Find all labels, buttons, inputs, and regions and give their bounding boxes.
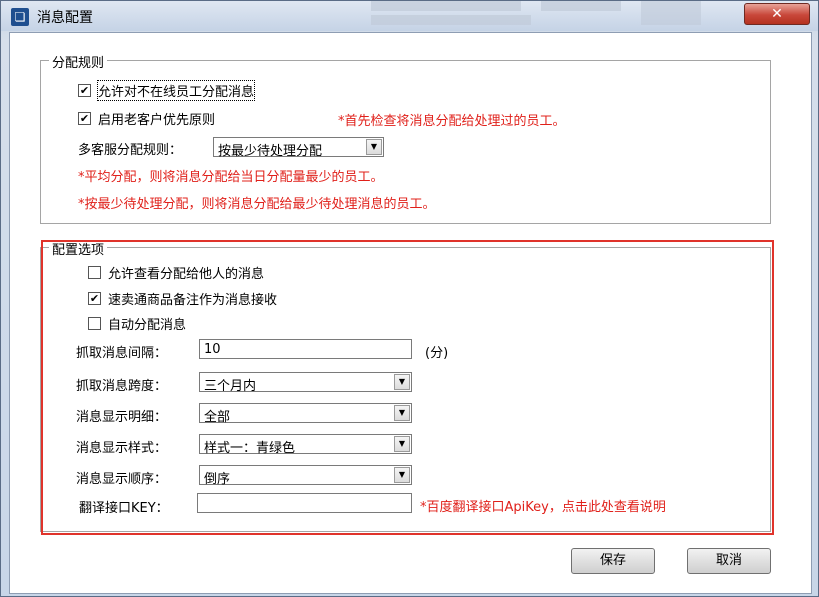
- dispatch-rules-group: 分配规则 ✔ 允许对不在线员工分配消息 ✔ 启用老客户优先原则 *首先检查将消息…: [40, 52, 771, 224]
- blurred-background-text: [541, 1, 621, 11]
- multi-rule-select[interactable]: 按最少待处理分配 ▼: [213, 137, 384, 159]
- priority-note: *首先检查将消息分配给处理过的员工。: [338, 114, 566, 129]
- multi-rule-label: 多客服分配规则：: [78, 143, 183, 158]
- close-icon: ✕: [771, 6, 783, 22]
- save-button[interactable]: 保存: [571, 548, 655, 574]
- group-title: 分配规则: [49, 52, 108, 71]
- allow-offline-checkbox[interactable]: ✔: [78, 83, 91, 97]
- close-button[interactable]: ✕: [744, 3, 810, 25]
- blurred-background-text: [641, 1, 701, 25]
- title-bar[interactable]: ❏ 消息配置 ✕: [1, 1, 818, 31]
- highlight-frame: [41, 240, 774, 535]
- avg-note: *平均分配，则将消息分配给当日分配量最少的员工。: [78, 170, 384, 185]
- dialog-window: ❏ 消息配置 ✕ 分配规则 ✔ 允许对不在线员工分配消息 ✔ 启用老客户优先原则…: [0, 0, 819, 597]
- old-customer-checkbox-row[interactable]: ✔ 启用老客户优先原则: [78, 108, 215, 128]
- allow-offline-checkbox-row[interactable]: ✔ 允许对不在线员工分配消息: [78, 79, 256, 101]
- blurred-background-text: [371, 15, 531, 25]
- old-customer-checkbox[interactable]: ✔: [78, 111, 91, 125]
- select-value: 按最少待处理分配: [218, 144, 323, 159]
- window-title: 消息配置: [37, 10, 93, 26]
- cancel-button[interactable]: 取消: [687, 548, 771, 574]
- checkbox-label: 启用老客户优先原则: [98, 112, 216, 128]
- chevron-down-icon[interactable]: ▼: [366, 139, 382, 155]
- app-icon: ❏: [11, 8, 29, 26]
- dialog-body: 分配规则 ✔ 允许对不在线员工分配消息 ✔ 启用老客户优先原则 *首先检查将消息…: [9, 32, 812, 594]
- min-note: *按最少待处理分配，则将消息分配给最少待处理消息的员工。: [78, 197, 436, 212]
- checkbox-label: 允许对不在线员工分配消息: [96, 79, 256, 101]
- blurred-background-text: [371, 1, 521, 11]
